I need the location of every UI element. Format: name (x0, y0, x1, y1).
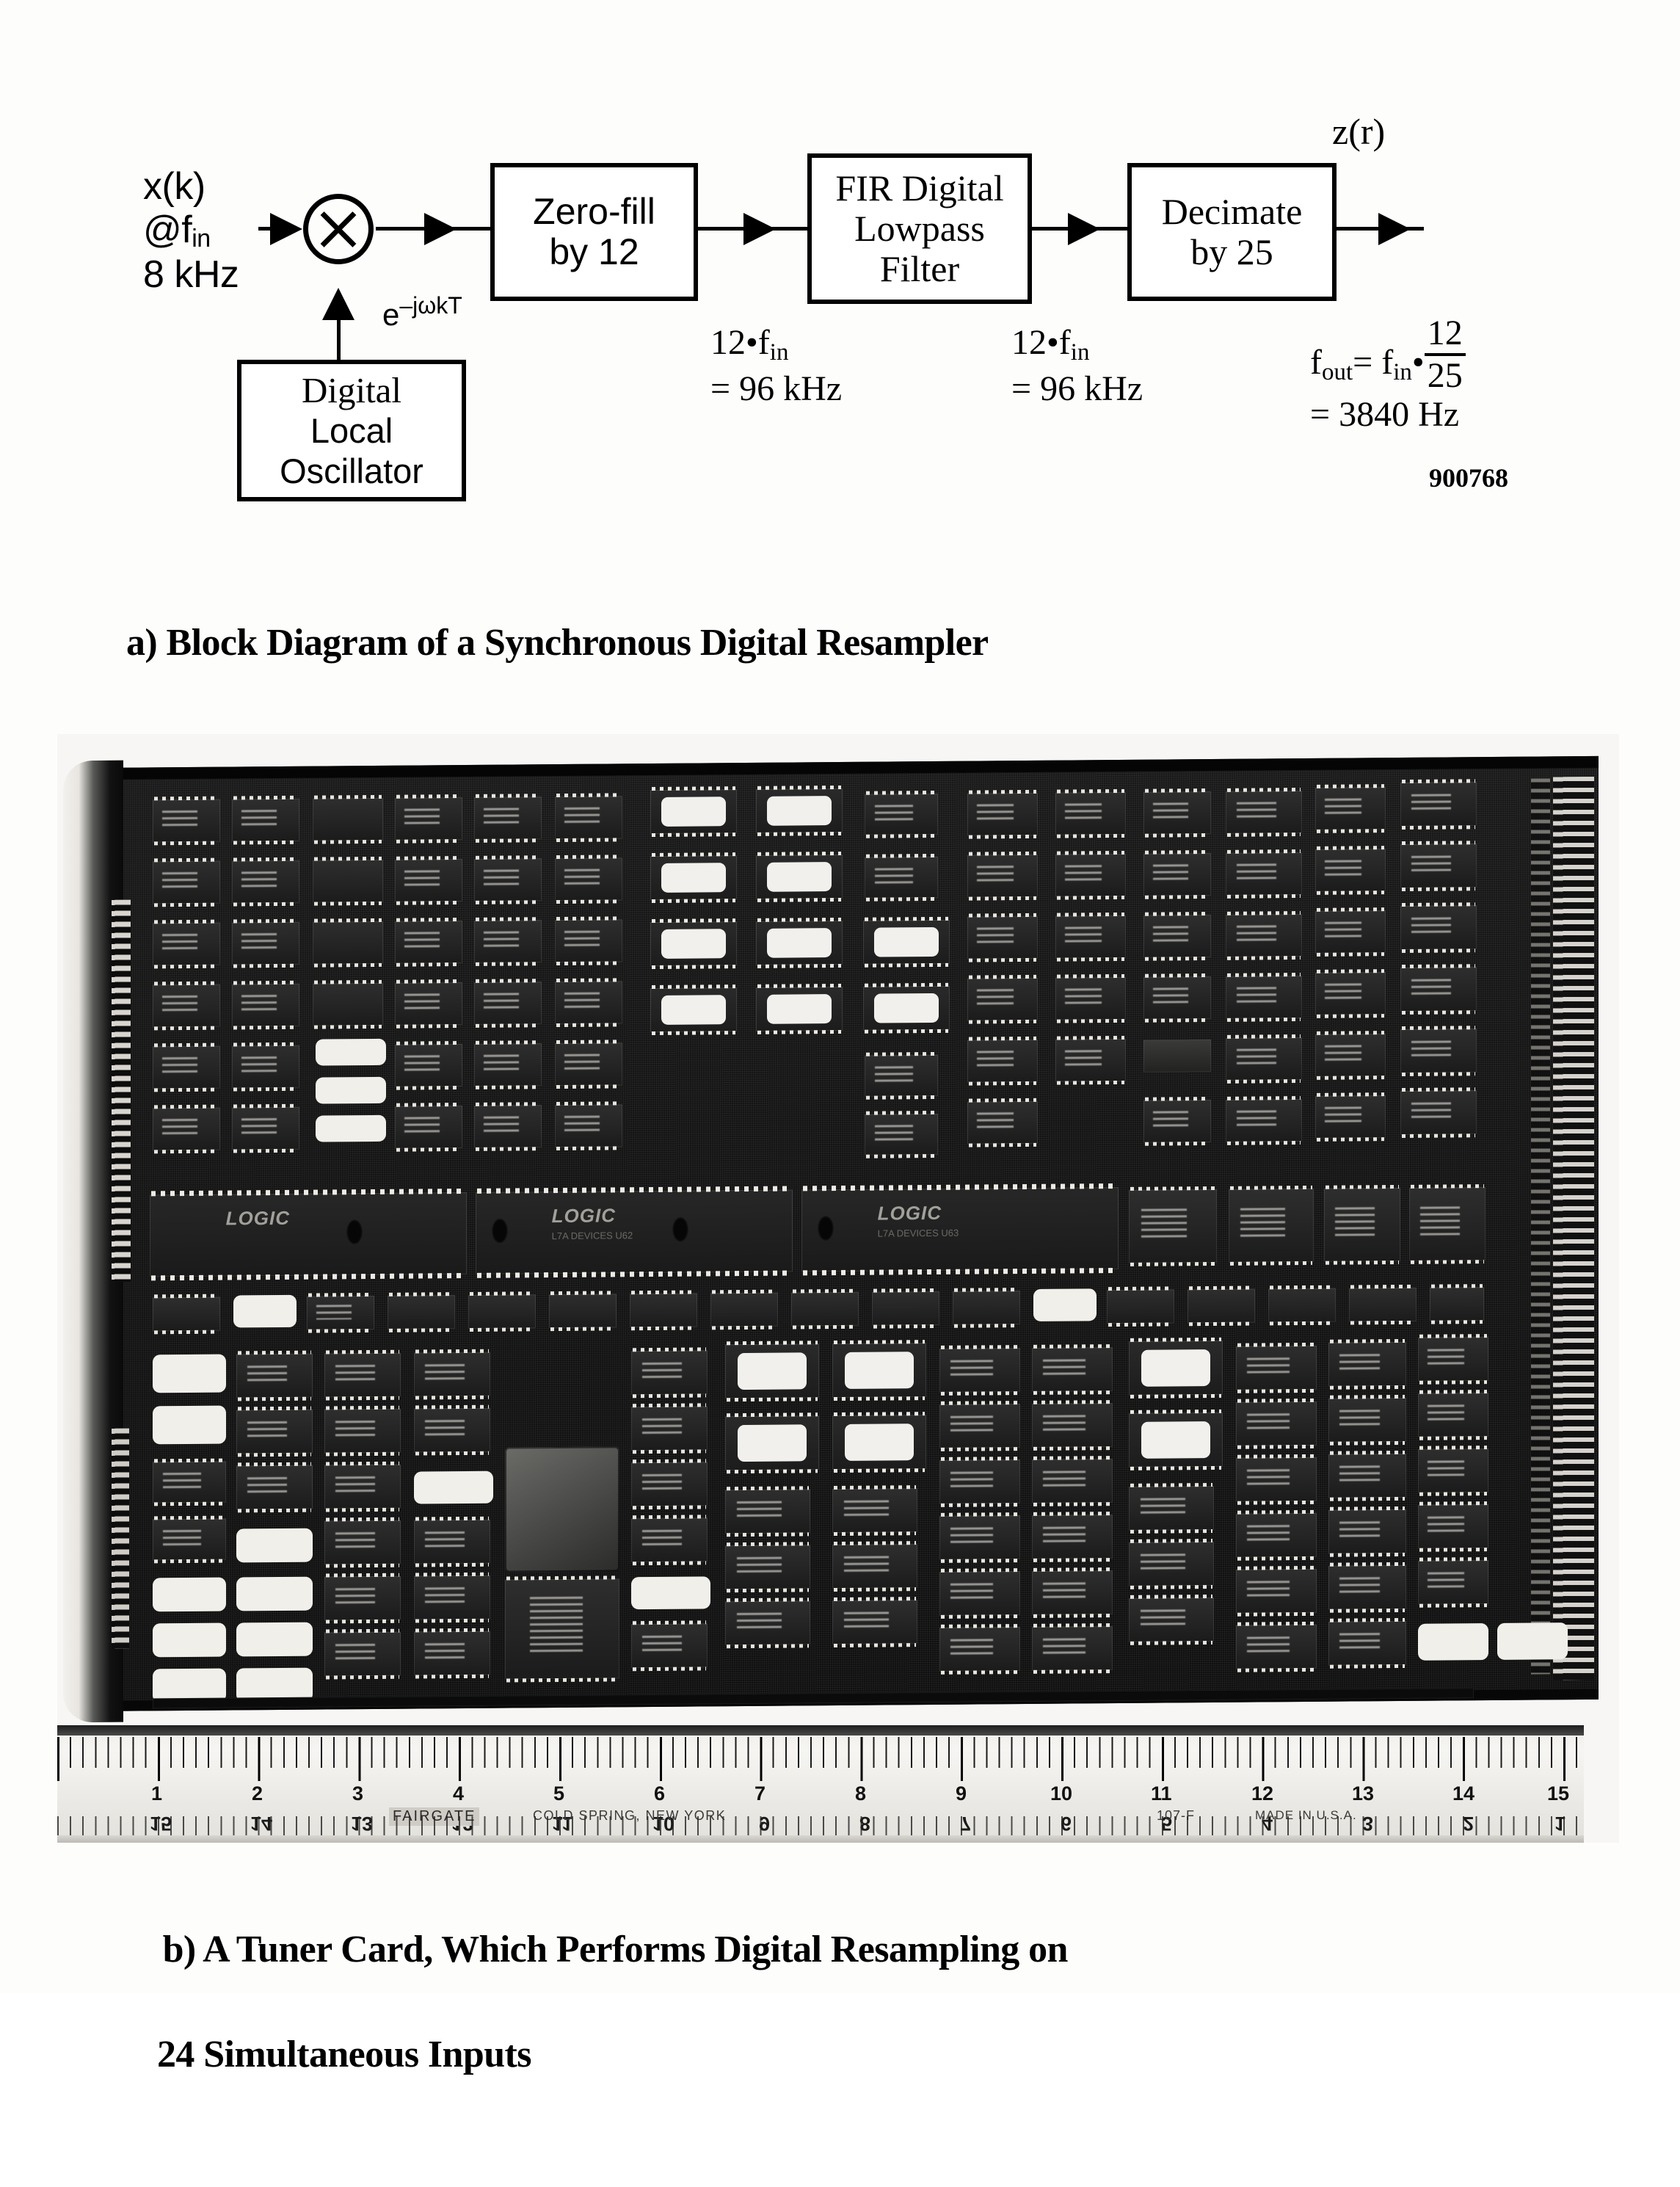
arrowhead-mixer-to-zerofill (424, 213, 457, 245)
logic-module-label: LOGIC (225, 1206, 291, 1230)
ruler-number-top: 7 (754, 1782, 766, 1805)
exponent-superscript: –jωkT (399, 292, 462, 319)
zero-fill-line-1: Zero-fill (533, 191, 655, 232)
fout-symbol: f (1310, 343, 1322, 382)
rate-1-expr: 12•f (710, 323, 770, 362)
zero-fill-line-2: by 12 (549, 231, 639, 272)
oscillator-exponent-label: e–jωkT (382, 292, 462, 333)
ruler-number-top: 6 (654, 1782, 666, 1805)
fir-line-2: Lowpass (854, 208, 985, 249)
rate-2-subscript: in (1070, 339, 1090, 366)
board-right-connector-pins-inner (1531, 778, 1550, 1675)
arrowhead-input-to-mixer (270, 213, 302, 245)
logic-module: LOGIC (150, 1192, 467, 1277)
dlo-line-2: Local (310, 411, 393, 451)
exponent-base: e (382, 297, 400, 332)
board-left-connector-fingers-lower (112, 1428, 129, 1649)
ruler-number-top: 9 (956, 1782, 967, 1805)
ruler-number-top: 13 (1352, 1782, 1375, 1805)
arrowhead-zerofill-to-fir (743, 213, 776, 245)
arrowhead-oscillator-to-mixer (322, 288, 354, 320)
board-left-connector-fingers (112, 899, 131, 1282)
logic-module-dimple (672, 1216, 688, 1242)
fraction-numerator: 12 (1427, 313, 1463, 352)
silkscreen-label (316, 1038, 386, 1066)
printed-circuit-board: LOGIC LOGIC L7A DEVICES U62 LOGIC L7A DE… (63, 755, 1599, 1723)
ruler: 1 2 3 4 5 6 7 8 9 10 11 12 13 14 15 15 1… (57, 1725, 1584, 1843)
ruler-major-ticks-top (57, 1737, 1584, 1781)
block-diagram-figure: x(k) @fin 8 kHz e–jωkT Digital Local Osc… (0, 0, 1680, 558)
ruler-number-top: 2 (252, 1782, 263, 1805)
ruler-number-top: 14 (1452, 1782, 1475, 1805)
rate-1-subscript: in (769, 339, 789, 366)
logic-module-label: LOGIC (551, 1204, 617, 1227)
input-rate-value: 8 kHz (143, 253, 239, 297)
dlo-line-3: Oscillator (280, 451, 423, 490)
output-rate-value: = 3840 Hz (1310, 395, 1460, 434)
board-top-edge (79, 755, 1599, 780)
ruler-number-top: 10 (1050, 1782, 1073, 1805)
output-rate-label: fout= fin• 12 25 = 3840 Hz (1310, 316, 1466, 436)
rate-label-after-fir: 12•fin = 96 kHz (1011, 322, 1143, 410)
logic-module-label: LOGIC (877, 1201, 942, 1225)
caption-a: a) Block Diagram of a Synchronous Digita… (126, 622, 989, 664)
mixer-multiplier-icon (303, 194, 374, 264)
decimate-block[interactable]: Decimate by 25 (1127, 163, 1337, 301)
ruler-number-top: 8 (855, 1782, 867, 1805)
logic-module-dimple (817, 1215, 834, 1241)
figure-number: 900768 (1429, 463, 1508, 493)
zero-fill-block[interactable]: Zero-fill by 12 (490, 163, 698, 301)
input-signal-name: x(k) (143, 165, 206, 208)
caption-b-line-1: b) A Tuner Card, Which Performs Digital … (162, 1928, 1069, 1970)
silkscreen-label (316, 1076, 386, 1104)
fin-subscript: in (1393, 359, 1412, 385)
rate-2-expr: 12•f (1011, 323, 1071, 362)
logic-module-sublabel: L7A DEVICES U62 (551, 1229, 633, 1241)
tuner-card-photograph: LOGIC LOGIC L7A DEVICES U62 LOGIC L7A DE… (57, 734, 1619, 1843)
ruler-number-top: 4 (453, 1782, 465, 1805)
fout-equals-fin: = f (1353, 343, 1394, 382)
ruler-number-top: 15 (1547, 1782, 1570, 1805)
caption-b: b) A Tuner Card, Which Performs Digital … (126, 1871, 1068, 2187)
input-rate-subscript: in (192, 225, 211, 253)
fout-subscript: out (1321, 359, 1353, 385)
logic-module-sublabel: L7A DEVICES U63 (877, 1227, 959, 1239)
fraction-denominator: 25 (1427, 356, 1463, 395)
rate-label-after-zerofill: 12•fin = 96 kHz (710, 322, 842, 410)
logic-module-dimple (346, 1219, 363, 1245)
arrowhead-fir-to-decimate (1068, 213, 1100, 245)
ruler-number-top: 3 (352, 1782, 364, 1805)
output-signal-label: z(r) (1332, 111, 1386, 152)
rate-2-value: = 96 kHz (1011, 369, 1143, 408)
fir-lowpass-filter-block[interactable]: FIR Digital Lowpass Filter (807, 153, 1032, 304)
input-signal-label: x(k) @fin 8 kHz (143, 165, 239, 297)
ruler-number-top: 5 (553, 1782, 565, 1805)
logic-module: LOGIC L7A DEVICES U62 (476, 1189, 793, 1274)
ratio-fraction: 12 25 (1424, 313, 1466, 395)
ruler-top-band (57, 1725, 1584, 1736)
ruler-number-top: 12 (1251, 1782, 1274, 1805)
caption-b-line-2: 24 Simultaneous Inputs (157, 2034, 531, 2076)
fir-line-3: Filter (879, 248, 960, 289)
ruler-number-top: 11 (1151, 1782, 1172, 1805)
silkscreen-label (316, 1114, 386, 1142)
large-processor-chip (505, 1446, 619, 1573)
input-rate-expr: @f (143, 208, 192, 252)
board-right-connector-pins (1553, 776, 1594, 1680)
digital-local-oscillator-block[interactable]: Digital Local Oscillator (237, 360, 466, 501)
figure-page: x(k) @fin 8 kHz e–jωkT Digital Local Osc… (0, 0, 1680, 2075)
ruler-bottom-band (57, 1835, 1584, 1843)
logic-module: LOGIC L7A DEVICES U63 (801, 1187, 1119, 1272)
arrowhead-output (1378, 213, 1411, 245)
rate-1-value: = 96 kHz (710, 369, 843, 408)
multiply-dot: • (1411, 343, 1425, 382)
decimate-line-1: Decimate (1161, 191, 1303, 232)
dlo-line-1: Digital (301, 369, 402, 410)
ruler-number-top: 1 (151, 1782, 163, 1805)
decimate-line-2: by 25 (1190, 231, 1273, 272)
logic-module-dimple (491, 1218, 508, 1244)
fir-line-1: FIR Digital (835, 167, 1004, 208)
